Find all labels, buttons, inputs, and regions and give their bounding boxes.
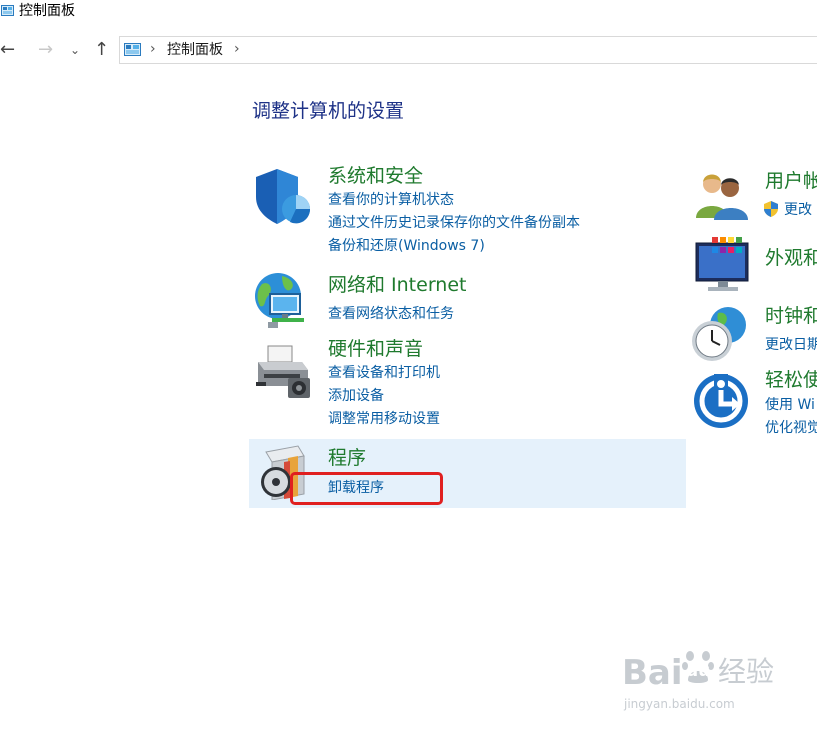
- link-change-account-type[interactable]: 更改: [784, 201, 812, 219]
- uac-shield-icon: [764, 201, 778, 217]
- clock-globe-icon: [692, 307, 746, 361]
- watermark-brand-bai: Bai: [622, 653, 683, 693]
- link-add-device[interactable]: 添加设备: [328, 387, 384, 405]
- link-file-history-backup[interactable]: 通过文件历史记录保存你的文件备份副本: [328, 214, 580, 232]
- link-mobility-settings[interactable]: 调整常用移动设置: [328, 410, 440, 428]
- category-appearance[interactable]: 外观和: [765, 246, 817, 270]
- control-panel-icon: [1, 5, 14, 16]
- link-optimize-visual-display[interactable]: 优化视觉: [765, 419, 817, 437]
- window-title: 控制面板: [19, 3, 75, 19]
- breadcrumb-control-panel[interactable]: 控制面板: [167, 41, 223, 59]
- link-devices-printers[interactable]: 查看设备和打印机: [328, 364, 440, 382]
- shield-icon: [256, 169, 311, 224]
- category-programs[interactable]: 程序: [328, 446, 366, 470]
- recent-locations-dropdown[interactable]: ⌄: [70, 40, 80, 60]
- back-button[interactable]: ←: [0, 40, 15, 60]
- watermark-brand-du: du: [686, 661, 711, 681]
- watermark-url: jingyan.baidu.com: [624, 697, 735, 711]
- category-network-internet[interactable]: 网络和 Internet: [328, 273, 466, 297]
- users-icon: [696, 174, 748, 220]
- page-title: 调整计算机的设置: [252, 100, 405, 122]
- link-network-status-tasks[interactable]: 查看网络状态和任务: [328, 305, 454, 323]
- breadcrumb-separator[interactable]: ›: [234, 41, 240, 57]
- link-backup-restore[interactable]: 备份和还原(Windows 7): [328, 237, 485, 255]
- network-globe-icon: [255, 273, 304, 328]
- title-bar: 控制面板: [0, 0, 817, 24]
- annotation-red-box: [290, 472, 443, 505]
- category-user-accounts[interactable]: 用户帐: [765, 169, 817, 193]
- control-panel-icon: [124, 43, 141, 56]
- category-hardware-sound[interactable]: 硬件和声音: [328, 337, 423, 361]
- category-clock-region[interactable]: 时钟和: [765, 304, 817, 328]
- address-bar[interactable]: › 控制面板 ›: [119, 36, 817, 64]
- up-button[interactable]: ↑: [94, 40, 109, 60]
- ease-of-access-icon: [694, 374, 748, 428]
- breadcrumb-separator: ›: [150, 41, 156, 57]
- category-ease-of-access[interactable]: 轻松使: [765, 368, 817, 392]
- category-system-security[interactable]: 系统和安全: [328, 164, 423, 188]
- printer-icon: [256, 345, 310, 398]
- appearance-monitor-icon: [695, 237, 749, 291]
- watermark-jingyan-text: 经验: [718, 655, 775, 688]
- link-windows-suggest-settings[interactable]: 使用 Wi: [765, 396, 815, 414]
- baidu-watermark: Bai du 经验 jingyan.baidu.com: [622, 640, 812, 720]
- forward-button[interactable]: →: [38, 40, 53, 60]
- link-view-computer-status[interactable]: 查看你的计算机状态: [328, 191, 454, 209]
- link-change-date[interactable]: 更改日期: [765, 336, 817, 354]
